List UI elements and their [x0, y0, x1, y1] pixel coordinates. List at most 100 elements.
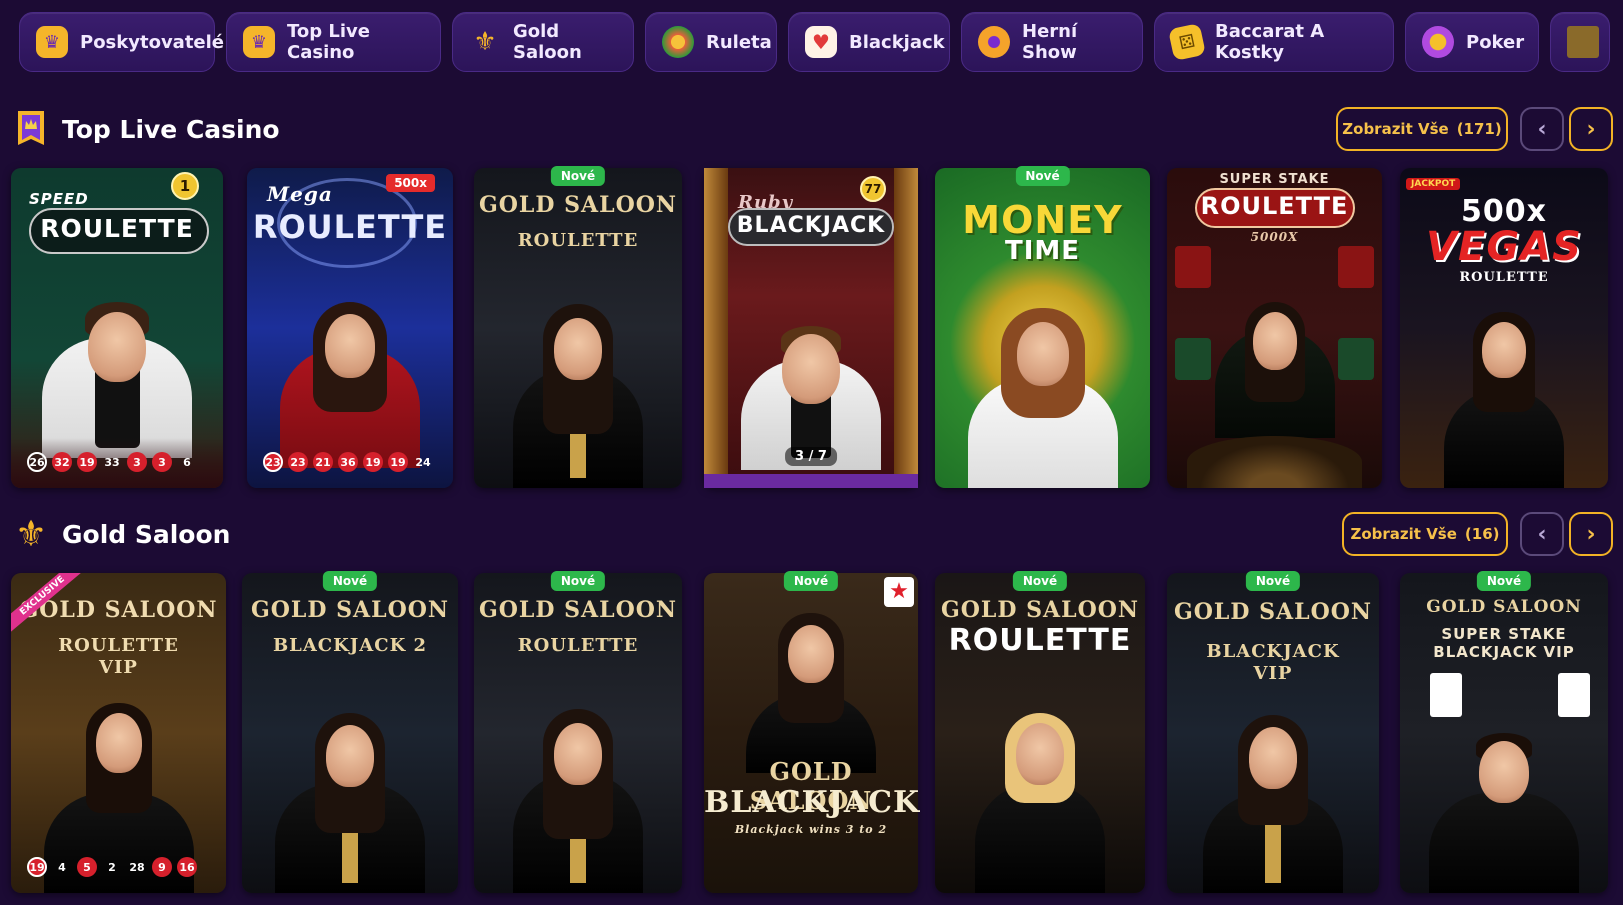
game-card-gs-roulette-2[interactable]: Nové ~ ⚜ ~ GOLD SALOON ROULETTE: [935, 571, 1145, 893]
category-label: Blackjack: [849, 31, 945, 53]
section-header-top-live-casino: Top Live Casino Zobrazit Vše (171) ‹ ›: [0, 106, 1623, 152]
seat-counter: 3 / 7: [785, 447, 837, 466]
game-card-money-time[interactable]: Nové MONEY TIME: [935, 166, 1150, 488]
gold-saloon-games-row: EXCLUSIVE GOLD SALOON ROULETTE VIP 19 4 …: [0, 571, 1623, 898]
game-title-line1: GOLD SALOON: [1426, 597, 1582, 617]
show-all-label: Zobrazit Vše: [1350, 525, 1457, 543]
recent-number: 3: [152, 452, 172, 472]
category-baccarat-dice[interactable]: ⚄ Baccarat A Kostky: [1154, 12, 1394, 72]
top-live-games-row: SPEED ROULETTE 1 26 32 19 33 3 3 6 Mega …: [0, 166, 1623, 493]
game-title-line2: ROULETTE: [948, 623, 1132, 658]
recent-numbers: 26 32 19 33 3 3 6: [27, 452, 197, 472]
game-card-gs-roulette-vip[interactable]: EXCLUSIVE GOLD SALOON ROULETTE VIP 19 4 …: [11, 573, 226, 893]
category-providers[interactable]: ♛ Poskytovatelé: [19, 12, 224, 72]
game-title-line2: ROULETTE: [58, 635, 179, 656]
category-poker[interactable]: Poker: [1405, 12, 1539, 72]
new-badge: Nové: [1476, 571, 1532, 591]
carousel-next-button[interactable]: ›: [1569, 107, 1613, 151]
category-blackjack[interactable]: ♥ Blackjack: [788, 12, 950, 72]
show-all-button[interactable]: Zobrazit Vše (171): [1336, 107, 1508, 151]
game-title-line2: BLACKJACK: [736, 213, 886, 238]
game-card-super-stake-roulette[interactable]: SUPER STAKE ROULETTE 5000X: [1167, 168, 1382, 488]
category-label: Baccarat A Kostky: [1215, 21, 1325, 63]
category-label: Herní Show: [1022, 21, 1078, 63]
recent-number: 21: [313, 452, 333, 472]
new-badge: Nové: [1012, 571, 1068, 591]
category-label: Poskytovatelé: [80, 31, 225, 53]
section-title: Top Live Casino: [14, 109, 280, 149]
roulette-icon: [662, 26, 694, 58]
show-all-count: (171): [1456, 120, 1502, 138]
game-subtitle: ROULETTE: [1459, 270, 1549, 285]
category-game-show[interactable]: Herní Show: [961, 12, 1143, 72]
fleur-de-lis-icon: ⚜: [473, 27, 497, 57]
new-badge: Nové: [550, 571, 606, 591]
game-card-gs-blackjack[interactable]: Nové ★ GOLD SALOON BLACKJACK Blackjack w…: [704, 571, 921, 893]
recent-number: 19: [77, 452, 97, 472]
section-title-text: Top Live Casino: [62, 114, 280, 144]
recent-numbers: 23 23 21 36 19 19 24: [263, 452, 433, 472]
multiplier-badge: 1: [171, 172, 199, 200]
section-title: ⚜ Gold Saloon: [14, 514, 231, 555]
section-title-text: Gold Saloon: [62, 519, 231, 549]
game-card-mega-roulette[interactable]: Mega ROULETTE 500x 23 23 21 36 19 19 24: [247, 168, 453, 488]
game-subtitle: 5000X: [1250, 230, 1299, 244]
new-badge: Nové: [1015, 166, 1070, 186]
crown-banner-icon: [14, 109, 48, 149]
multiplier-badge: 500x: [386, 174, 435, 192]
game-title-line2: ROULETTE: [517, 635, 639, 656]
category-label: Top Live Casino: [287, 21, 370, 63]
game-card-gold-saloon-roulette[interactable]: Nové ~ ⚜ ~ GOLD SALOON ROULETTE: [474, 166, 682, 488]
game-card-ruby-blackjack[interactable]: Ruby BLACKJACK 77 3 / 7: [704, 168, 918, 488]
new-badge: Nové: [1245, 571, 1301, 591]
game-title-line2: BLACKJACK: [704, 785, 921, 820]
carousel-next-button[interactable]: ›: [1569, 512, 1613, 556]
game-title-line1: GOLD SALOON: [250, 597, 450, 623]
game-card-gs-blackjack-2[interactable]: Nové ~ ⚜ ~ GOLD SALOON BLACKJACK 2: [242, 571, 458, 893]
game-title-line2: BLACKJACK 2: [272, 635, 428, 656]
recent-number: 19: [363, 452, 383, 472]
game-card-speed-roulette[interactable]: SPEED ROULETTE 1 26 32 19 33 3 3 6: [11, 168, 223, 488]
category-gold-saloon[interactable]: ⚜ Gold Saloon: [452, 12, 634, 72]
star-icon: ★: [884, 577, 914, 607]
show-all-count: (16): [1464, 525, 1500, 543]
dealer-image: [711, 593, 911, 893]
dealer-image: [1173, 703, 1373, 893]
recent-number: 9: [152, 857, 172, 877]
game-title-line2: VEGAS: [1426, 224, 1582, 270]
more-category-icon: [1567, 26, 1599, 58]
game-title-line3: BLACKJACK VIP: [1433, 643, 1575, 661]
game-card-gs-super-stake-blackjack-vip[interactable]: Nové GOLD SALOON SUPER STAKE BLACKJACK V…: [1400, 571, 1608, 893]
category-top-live-casino[interactable]: ♛ Top Live Casino: [226, 12, 441, 72]
chevron-right-icon: ›: [1586, 116, 1596, 142]
game-title-line3: VIP: [99, 657, 138, 678]
category-more[interactable]: [1550, 12, 1610, 72]
recent-number: 19: [388, 452, 408, 472]
game-title-line3: VIP: [1253, 663, 1293, 684]
game-title-line2: TIME: [1004, 236, 1081, 266]
dealer-image: [943, 288, 1143, 488]
game-title-line2: BLACKJACK: [1206, 641, 1340, 662]
dealer-image: [478, 683, 678, 893]
recent-number: 24: [415, 455, 431, 469]
poker-chip-icon: [1422, 26, 1454, 58]
dealer-image: [250, 693, 450, 893]
dice-icon: ⚄: [1168, 23, 1206, 61]
recent-number: 23: [263, 452, 283, 472]
carousel-prev-button[interactable]: ‹: [1520, 107, 1564, 151]
recent-number: 36: [338, 452, 358, 472]
game-subtitle: Blackjack wins 3 to 2: [734, 823, 888, 836]
game-card-gs-roulette[interactable]: Nové ~ ⚜ ~ GOLD SALOON ROULETTE: [474, 571, 682, 893]
game-title-line1: GOLD SALOON: [940, 597, 1140, 623]
game-card-vegas-roulette[interactable]: JACKPOT 500x VEGAS ROULETTE: [1400, 168, 1608, 488]
carousel-prev-button[interactable]: ‹: [1520, 512, 1564, 556]
recent-number: 28: [129, 860, 145, 874]
game-card-gs-blackjack-vip[interactable]: Nové ~ ⚜ ~ GOLD SALOON BLACKJACK VIP: [1167, 571, 1379, 893]
recent-number: 5: [77, 857, 97, 877]
category-roulette[interactable]: Ruleta: [645, 12, 777, 72]
dealer-image: [1404, 298, 1604, 488]
recent-number: 32: [52, 452, 72, 472]
chevron-left-icon: ‹: [1537, 521, 1547, 547]
game-title-line2: ROULETTE: [40, 214, 194, 243]
show-all-button[interactable]: Zobrazit Vše (16): [1342, 512, 1508, 556]
